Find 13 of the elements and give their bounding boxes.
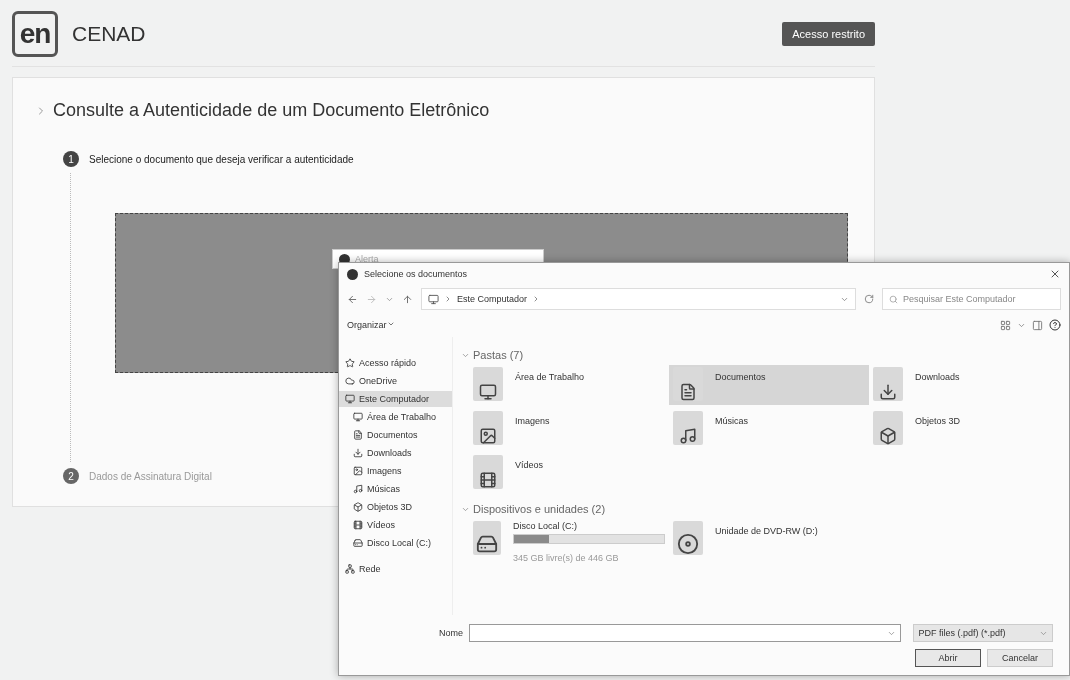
logo: en <box>12 11 58 57</box>
page-title: Consulte a Autenticidade de um Documento Eletrônico <box>53 100 490 121</box>
site-name: CENAD <box>72 22 147 46</box>
step-label: Selecione o documento que deseja verificar a autenticidade <box>89 153 354 165</box>
step-number: 1 <box>63 151 79 167</box>
step-label: Dados de Assinatura Digital <box>89 470 212 482</box>
section-title: Dispositivos e unidades (2) <box>473 503 606 515</box>
drive-space: 345 GB livre(s) de 446 GB <box>513 553 619 563</box>
dialog-title: Selecione os documentos <box>364 269 468 279</box>
alert-title: Alerta <box>355 254 379 264</box>
section-title: Pastas (7) <box>473 349 524 361</box>
step-number: 2 <box>63 468 79 484</box>
name-label: Nome <box>439 628 463 638</box>
